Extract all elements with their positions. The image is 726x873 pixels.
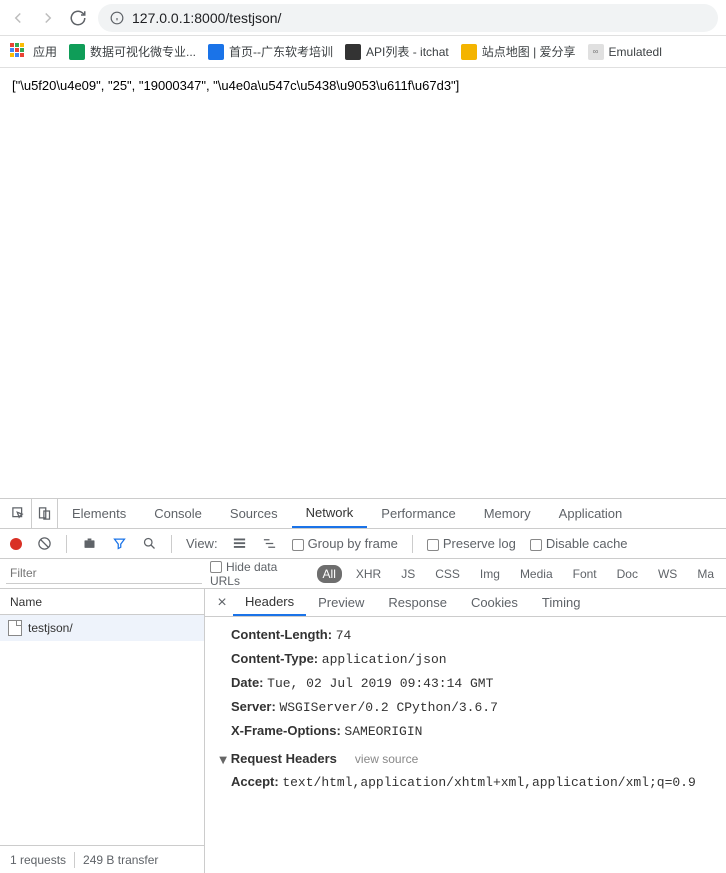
favicon-icon [69,44,85,60]
bookmark-item[interactable]: 数据可视化微专业... [69,43,196,60]
favicon-icon: ∞ [588,44,604,60]
detail-tab-headers[interactable]: Headers [233,589,306,616]
filter-type-ws[interactable]: WS [652,565,683,583]
filter-input[interactable] [6,564,202,584]
apps-grid-icon [10,43,28,61]
capture-screenshot-icon[interactable] [81,536,97,552]
filter-type-img[interactable]: Img [474,565,506,583]
filter-type-font[interactable]: Font [567,565,603,583]
detail-tab-cookies[interactable]: Cookies [459,589,530,616]
filter-type-all[interactable]: All [317,565,342,583]
clear-button[interactable] [36,536,52,552]
search-icon[interactable] [141,536,157,552]
page-content: ["\u5f20\u4e09", "25", "19000347", "\u4e… [0,68,726,498]
header-row: Content-Length: 74 [219,623,712,647]
back-button[interactable] [8,8,28,28]
preserve-log-checkbox[interactable]: Preserve log [427,536,516,551]
apps-label: 应用 [33,43,57,60]
request-name: testjson/ [28,621,73,635]
url-text: 127.0.0.1:8000/testjson/ [132,10,281,26]
bookmark-item[interactable]: 首页--广东软考培训 [208,43,333,60]
bookmark-label: 站点地图 | 爱分享 [482,43,576,60]
reload-button[interactable] [68,8,88,28]
forward-button[interactable] [38,8,58,28]
json-output: ["\u5f20\u4e09", "25", "19000347", "\u4e… [12,78,459,93]
filter-type-js[interactable]: JS [395,565,421,583]
bookmark-label: API列表 - itchat [366,43,449,60]
header-row: X-Frame-Options: SAMEORIGIN [219,719,712,743]
inspect-element-icon[interactable] [6,499,32,528]
browser-toolbar: 127.0.0.1:8000/testjson/ [0,0,726,36]
header-row: Accept: text/html,application/xhtml+xml,… [219,770,712,794]
tab-memory[interactable]: Memory [470,499,545,528]
info-icon [110,11,124,25]
detail-tabs: × Headers Preview Response Cookies Timin… [205,589,726,617]
transfer-size: 249 B transfer [83,853,158,867]
tab-performance[interactable]: Performance [367,499,469,528]
detail-tab-preview[interactable]: Preview [306,589,376,616]
filter-type-media[interactable]: Media [514,565,559,583]
triangle-icon: ▶ [217,757,228,765]
filter-toggle-icon[interactable] [111,536,127,552]
favicon-icon [208,44,224,60]
request-headers-section[interactable]: ▶Request Headersview source [219,743,712,770]
close-detail-button[interactable]: × [211,594,233,612]
bookmark-item[interactable]: ∞ Emulatedl [588,44,662,60]
request-detail: × Headers Preview Response Cookies Timin… [205,589,726,873]
request-list: Name testjson/ 1 requests 249 B transfer [0,589,205,873]
filter-type-manifest[interactable]: Ma [691,565,720,583]
device-toolbar-icon[interactable] [32,499,58,528]
tab-application[interactable]: Application [545,499,637,528]
bookmark-item[interactable]: 站点地图 | 爱分享 [461,43,576,60]
request-row[interactable]: testjson/ [0,615,204,641]
header-row: Server: WSGIServer/0.2 CPython/3.6.7 [219,695,712,719]
tab-network[interactable]: Network [292,499,368,528]
network-body: Name testjson/ 1 requests 249 B transfer… [0,589,726,873]
waterfall-icon[interactable] [262,536,278,552]
detail-tab-timing[interactable]: Timing [530,589,593,616]
record-button[interactable] [10,538,22,550]
devtools-panel: Elements Console Sources Network Perform… [0,498,726,873]
favicon-icon [345,44,361,60]
tab-elements[interactable]: Elements [58,499,140,528]
network-toolbar: View: Group by frame Preserve log Disabl… [0,529,726,559]
name-column-header[interactable]: Name [0,589,204,615]
network-filter-row: Hide data URLs All XHR JS CSS Img Media … [0,559,726,589]
disable-cache-checkbox[interactable]: Disable cache [530,536,628,551]
filter-type-css[interactable]: CSS [429,565,466,583]
header-row: Date: Tue, 02 Jul 2019 09:43:14 GMT [219,671,712,695]
favicon-icon [461,44,477,60]
filter-type-xhr[interactable]: XHR [350,565,387,583]
filter-type-doc[interactable]: Doc [611,565,644,583]
view-source-link[interactable]: view source [355,752,418,766]
bookmarks-bar: 应用 数据可视化微专业... 首页--广东软考培训 API列表 - itchat… [0,36,726,68]
tab-console[interactable]: Console [140,499,216,528]
requests-count: 1 requests [10,853,66,867]
headers-body: Content-Length: 74 Content-Type: applica… [205,617,726,873]
address-bar[interactable]: 127.0.0.1:8000/testjson/ [98,4,718,32]
network-status-bar: 1 requests 249 B transfer [0,845,204,873]
group-by-frame-checkbox[interactable]: Group by frame [292,536,398,551]
bookmark-label: Emulatedl [609,45,662,59]
devtools-tabs: Elements Console Sources Network Perform… [0,499,726,529]
header-row: Content-Type: application/json [219,647,712,671]
hide-data-urls-checkbox[interactable]: Hide data URLs [210,560,309,588]
view-label: View: [186,536,218,551]
detail-tab-response[interactable]: Response [376,589,459,616]
bookmark-label: 数据可视化微专业... [90,43,196,60]
bookmark-label: 首页--广东软考培训 [229,43,333,60]
file-icon [8,620,22,636]
bookmark-item[interactable]: API列表 - itchat [345,43,449,60]
large-rows-icon[interactable] [232,536,248,552]
tab-sources[interactable]: Sources [216,499,292,528]
apps-button[interactable]: 应用 [10,43,57,61]
